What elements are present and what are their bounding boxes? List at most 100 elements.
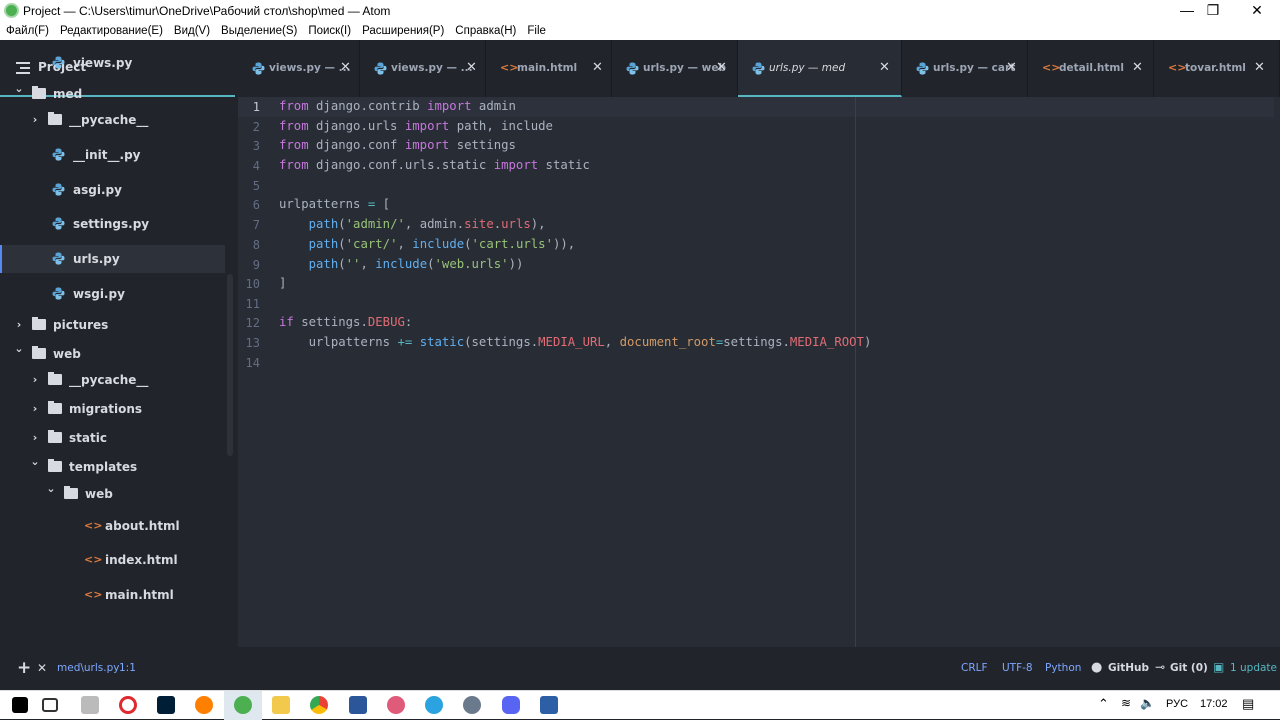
windows-start-icon[interactable]	[12, 697, 28, 713]
tree-item-label: __pycache__	[69, 373, 149, 387]
tree-folder-web[interactable]: ⌄ web	[0, 340, 225, 368]
volume-icon[interactable]: 🔈	[1140, 696, 1155, 710]
menu-packages[interactable]: Расширения(P)	[362, 25, 444, 37]
python-file-icon	[916, 62, 929, 78]
app-icon-2[interactable]	[387, 696, 405, 714]
code-line-6: urlpatterns = [	[279, 197, 391, 211]
sidebar-scrollbar[interactable]	[227, 274, 233, 456]
tree-file-urls-py[interactable]: urls.py	[0, 245, 225, 273]
chevron-down-icon[interactable]: ⌄	[14, 342, 24, 355]
tree-file-init-py[interactable]: __init__.py	[0, 141, 225, 169]
grammar-selector[interactable]: Python	[1045, 662, 1081, 674]
tree-folder-pycache[interactable]: › __pycache__	[0, 366, 225, 394]
photoshop-icon[interactable]	[157, 696, 175, 714]
tab-detail-html[interactable]: <> detail.html ✕	[1028, 40, 1154, 97]
chevron-down-icon[interactable]: ⌄	[14, 82, 24, 95]
menu-view[interactable]: Вид(V)	[174, 25, 210, 37]
notifications-icon[interactable]: ▤	[1242, 696, 1254, 712]
opera-icon[interactable]	[119, 696, 137, 714]
tab-close-icon[interactable]: ✕	[1132, 60, 1143, 75]
chevron-right-icon[interactable]: ›	[14, 318, 24, 331]
tab-views-py[interactable]: views.py — ... ✕	[360, 40, 486, 97]
tab-close-icon[interactable]: ✕	[716, 60, 727, 75]
chevron-down-icon[interactable]: ⌄	[46, 482, 56, 495]
tree-folder-static[interactable]: › static	[0, 424, 225, 452]
telegram-icon[interactable]	[425, 696, 443, 714]
tree-file-views-py[interactable]: views.py	[0, 49, 225, 77]
clock[interactable]: 17:02	[1200, 698, 1228, 710]
code-line-13: urlpatterns += static(settings.MEDIA_URL…	[279, 335, 872, 349]
chevron-down-icon[interactable]: ⌄	[30, 455, 40, 468]
menu-file-extra[interactable]: File	[527, 25, 546, 37]
atom-taskbar-icon[interactable]	[234, 696, 252, 714]
encoding-selector[interactable]: UTF-8	[1002, 662, 1033, 674]
task-view-icon[interactable]	[42, 698, 58, 712]
tree-folder-pictures[interactable]: › pictures	[0, 311, 225, 339]
git-button[interactable]: Git (0)	[1170, 662, 1208, 674]
tree-folder-migrations[interactable]: › migrations	[0, 395, 225, 423]
menu-file[interactable]: Файл(F)	[6, 25, 49, 37]
firefox-icon[interactable]	[195, 696, 213, 714]
close-panel-button[interactable]: ✕	[37, 661, 47, 675]
cursor-position[interactable]: 1:1	[119, 662, 136, 674]
tab-label: tovar.html	[1185, 62, 1246, 74]
menu-selection[interactable]: Выделение(S)	[221, 25, 297, 37]
code-line-8: path('cart/', include('cart.urls')),	[308, 237, 576, 251]
chevron-right-icon[interactable]: ›	[30, 431, 40, 444]
tree-file-wsgi-py[interactable]: wsgi.py	[0, 280, 225, 308]
code-line-10: ]	[279, 276, 287, 290]
language-indicator[interactable]: РУС	[1166, 698, 1188, 710]
add-project-button[interactable]: +	[17, 658, 31, 678]
tree-file-main-html[interactable]: <> main.html	[0, 581, 225, 609]
tray-chevron-icon[interactable]: ⌃	[1098, 696, 1109, 712]
tree-folder-templates[interactable]: ⌄ templates	[0, 453, 225, 481]
tree-item-label: web	[85, 487, 113, 501]
menu-edit[interactable]: Редактирование(E)	[60, 25, 163, 37]
word-icon[interactable]	[349, 696, 367, 714]
updates-button[interactable]: 1 update	[1230, 662, 1277, 674]
tab-close-icon[interactable]: ✕	[592, 60, 603, 75]
tab-close-icon[interactable]: ✕	[340, 60, 351, 75]
tree-file-about-html[interactable]: <> about.html	[0, 512, 225, 540]
tab-close-icon[interactable]: ✕	[466, 60, 477, 75]
tab-urls-py-cart[interactable]: urls.py — cart ✕	[902, 40, 1028, 97]
line-number: 11	[245, 297, 260, 311]
tree-file-index-html[interactable]: <> index.html	[0, 546, 225, 574]
maximize-button[interactable]: ❐	[1190, 0, 1236, 22]
explorer-icon[interactable]	[272, 696, 290, 714]
discord-icon[interactable]	[502, 696, 520, 714]
line-number: 2	[252, 120, 260, 134]
code-editor[interactable]: 1 2 3 4 5 6 7 8 9 10 11 12 13 14 from django.contrib …	[238, 97, 1280, 647]
chrome-icon[interactable]	[310, 696, 328, 714]
html-file-icon: <>	[1042, 61, 1061, 74]
menu-find[interactable]: Поиск(I)	[308, 25, 351, 37]
status-file-path[interactable]: med\urls.py	[57, 662, 119, 674]
app-icon-1[interactable]	[81, 696, 99, 714]
tab-main-html[interactable]: <> main.html ✕	[486, 40, 612, 97]
tab-close-icon[interactable]: ✕	[879, 60, 890, 75]
tree-file-asgi-py[interactable]: asgi.py	[0, 176, 225, 204]
chevron-right-icon[interactable]: ›	[30, 373, 40, 386]
chevron-right-icon[interactable]: ›	[30, 113, 40, 126]
close-window-button[interactable]: ✕	[1234, 0, 1280, 22]
menu-help[interactable]: Справка(H)	[455, 25, 516, 37]
tab-close-icon[interactable]: ✕	[1254, 60, 1265, 75]
line-ending-selector[interactable]: CRLF	[961, 662, 988, 674]
tab-urls-py-web[interactable]: urls.py — web ✕	[612, 40, 738, 97]
tree-folder-med[interactable]: ⌄ med	[0, 80, 225, 108]
tab-tovar-html[interactable]: <> tovar.html ✕	[1154, 40, 1280, 97]
python-file-icon	[52, 56, 65, 69]
tree-file-settings-py[interactable]: settings.py	[0, 210, 225, 238]
powershell-icon[interactable]	[540, 696, 558, 714]
folder-icon	[32, 317, 46, 330]
tab-urls-py-med[interactable]: urls.py — med ✕	[738, 40, 902, 97]
github-button[interactable]: GitHub	[1108, 662, 1149, 674]
tab-close-icon[interactable]: ✕	[1006, 60, 1017, 75]
tree-folder-pycache[interactable]: › __pycache__	[0, 106, 225, 134]
tree-folder-web[interactable]: ⌄ web	[0, 480, 225, 508]
wifi-icon[interactable]: ≋	[1121, 696, 1131, 710]
line-number: 10	[245, 277, 260, 291]
tab-views-py[interactable]: views.py — ... ✕	[238, 40, 360, 97]
chevron-right-icon[interactable]: ›	[30, 402, 40, 415]
app-icon-3[interactable]	[463, 696, 481, 714]
